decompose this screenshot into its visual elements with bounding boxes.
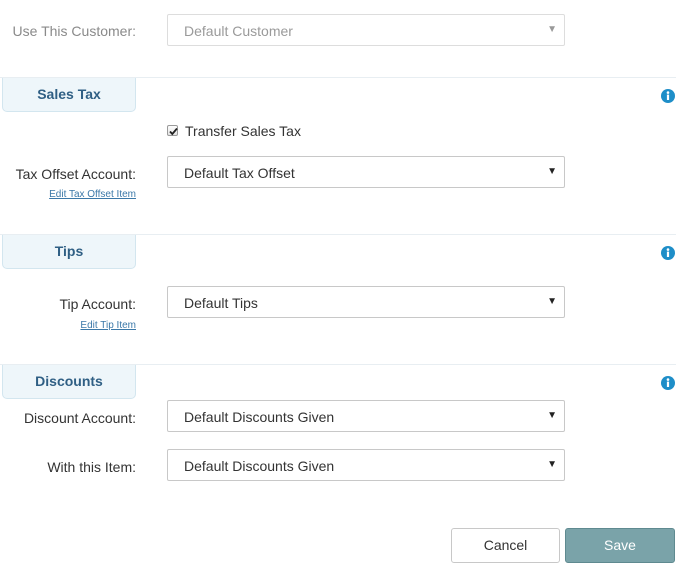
info-icon[interactable] [661, 89, 675, 103]
edit-tax-offset-item-link[interactable]: Edit Tax Offset Item [49, 189, 136, 200]
customer-select: Default Customer ▼ [167, 14, 565, 46]
discount-account-label: Discount Account: [23, 410, 136, 426]
save-button[interactable]: Save [565, 528, 675, 563]
sales-tax-section-title: Sales Tax [37, 86, 101, 102]
tax-offset-account-select[interactable]: Default Tax Offset ▼ [167, 156, 565, 188]
tax-offset-account-label: Tax Offset Account: [15, 166, 136, 182]
discounts-section-tab: Discounts [2, 365, 136, 399]
info-icon[interactable] [661, 246, 675, 260]
chevron-down-icon: ▼ [547, 410, 557, 421]
discount-item-select[interactable]: Default Discounts Given ▼ [167, 449, 565, 481]
cancel-button[interactable]: Cancel [451, 528, 560, 563]
checkmark-icon [169, 127, 178, 136]
discount-item-value: Default Discounts Given [184, 458, 335, 474]
tips-section-tab: Tips [2, 235, 136, 269]
tip-account-select[interactable]: Default Tips ▼ [167, 286, 565, 318]
discount-item-label: With this Item: [47, 459, 136, 475]
tip-account-label: Tip Account: [59, 296, 136, 312]
tips-section-title: Tips [54, 243, 84, 259]
transfer-sales-tax-label[interactable]: Transfer Sales Tax [185, 123, 301, 139]
info-icon[interactable] [661, 376, 675, 390]
discount-account-value: Default Discounts Given [184, 409, 335, 425]
chevron-down-icon: ▼ [547, 166, 557, 177]
transfer-sales-tax-checkbox[interactable] [167, 125, 178, 136]
chevron-down-icon: ▼ [547, 296, 557, 307]
customer-label: Use This Customer: [12, 23, 136, 39]
sales-tax-section-tab: Sales Tax [2, 78, 136, 112]
tip-account-value: Default Tips [184, 295, 258, 311]
edit-tip-item-link[interactable]: Edit Tip Item [80, 320, 136, 331]
chevron-down-icon: ▼ [547, 24, 557, 35]
discounts-section-title: Discounts [35, 373, 103, 389]
chevron-down-icon: ▼ [547, 459, 557, 470]
discount-account-select[interactable]: Default Discounts Given ▼ [167, 400, 565, 432]
customer-select-value: Default Customer [184, 23, 293, 39]
tax-offset-account-value: Default Tax Offset [184, 165, 295, 181]
